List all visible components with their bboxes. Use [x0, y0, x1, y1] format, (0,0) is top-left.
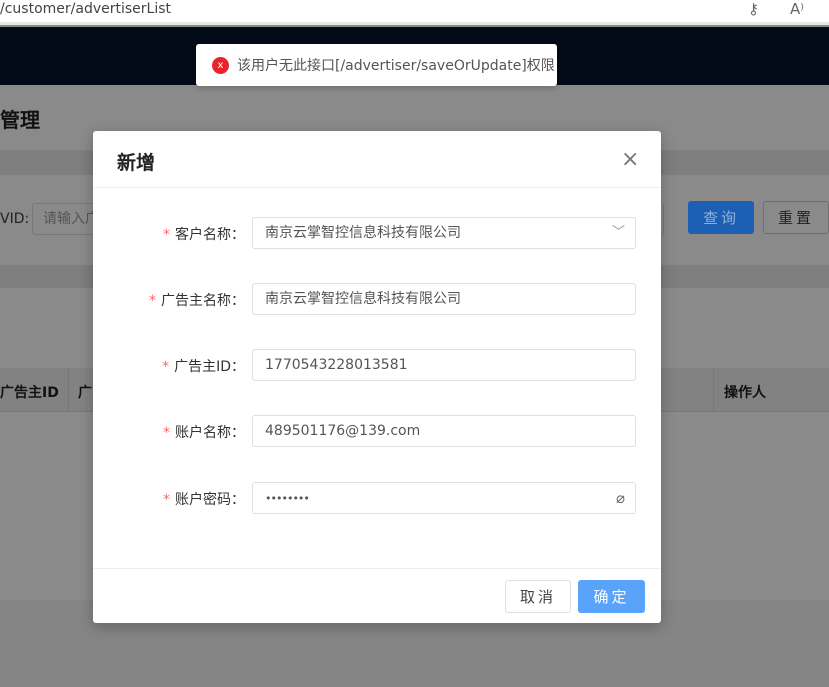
form-row-customer-name: * 客户名称： 南京云掌智控信息科技有限公司 ﹀ — [93, 217, 661, 249]
field-label: * 广告主名称： — [149, 293, 245, 309]
toast-message: 该用户无此接口[/advertiser/saveOrUpdate]权限 — [237, 58, 555, 74]
form-row-account-password: * 账户密码： •••••••• ⌀ — [93, 482, 661, 514]
url-text[interactable]: /customer/advertiserList — [0, 0, 171, 18]
form-row-advertiser-name: * 广告主名称： 南京云掌智控信息科技有限公司 — [93, 283, 661, 315]
close-icon[interactable]: × — [621, 149, 639, 171]
search-label: VID: — [0, 211, 30, 227]
field-label: * 客户名称： — [163, 227, 245, 243]
cancel-button[interactable]: 取消 — [505, 580, 571, 613]
page-title: 管理 — [0, 108, 40, 132]
query-button[interactable]: 查询 — [688, 201, 754, 234]
advertiser-name-input[interactable]: 南京云掌智控信息科技有限公司 — [252, 283, 636, 315]
add-dialog: 新增 × * 客户名称： 南京云掌智控信息科技有限公司 ﹀ * 广告主名称： 南京云掌… — [93, 131, 661, 623]
browser-address-bar[interactable]: /customer/advertiserList ⚷ A⁾ — [0, 0, 829, 25]
divider — [93, 187, 661, 188]
chevron-down-icon: ﹀ — [611, 225, 625, 240]
column-header: 操作人 — [724, 385, 766, 401]
divider — [93, 568, 661, 569]
form-row-advertiser-id: * 广告主ID： 1770543228013581 — [93, 349, 661, 381]
field-label: * 账户名称： — [163, 425, 245, 441]
account-password-input[interactable]: •••••••• ⌀ — [252, 482, 636, 514]
column-header: 广 — [78, 385, 92, 401]
field-label: * 广告主ID： — [162, 359, 245, 375]
key-icon[interactable]: ⚷ — [748, 0, 759, 18]
dialog-title: 新增 — [117, 152, 156, 174]
reset-button[interactable]: 重置 — [763, 201, 829, 234]
eye-off-icon[interactable]: ⌀ — [616, 483, 625, 513]
form-row-account-name: * 账户名称： 489501176@139.com — [93, 415, 661, 447]
error-circle-icon: x — [212, 56, 229, 74]
error-toast: x 该用户无此接口[/advertiser/saveOrUpdate]权限 — [196, 44, 557, 86]
read-aloud-icon[interactable]: A⁾ — [790, 0, 804, 18]
customer-name-select[interactable]: 南京云掌智控信息科技有限公司 ﹀ — [252, 217, 636, 249]
confirm-button[interactable]: 确定 — [578, 580, 645, 613]
advertiser-id-input[interactable]: 1770543228013581 — [252, 349, 636, 381]
column-header: 广告主ID — [0, 385, 59, 401]
account-name-input[interactable]: 489501176@139.com — [252, 415, 636, 447]
field-label: * 账户密码： — [163, 492, 245, 508]
